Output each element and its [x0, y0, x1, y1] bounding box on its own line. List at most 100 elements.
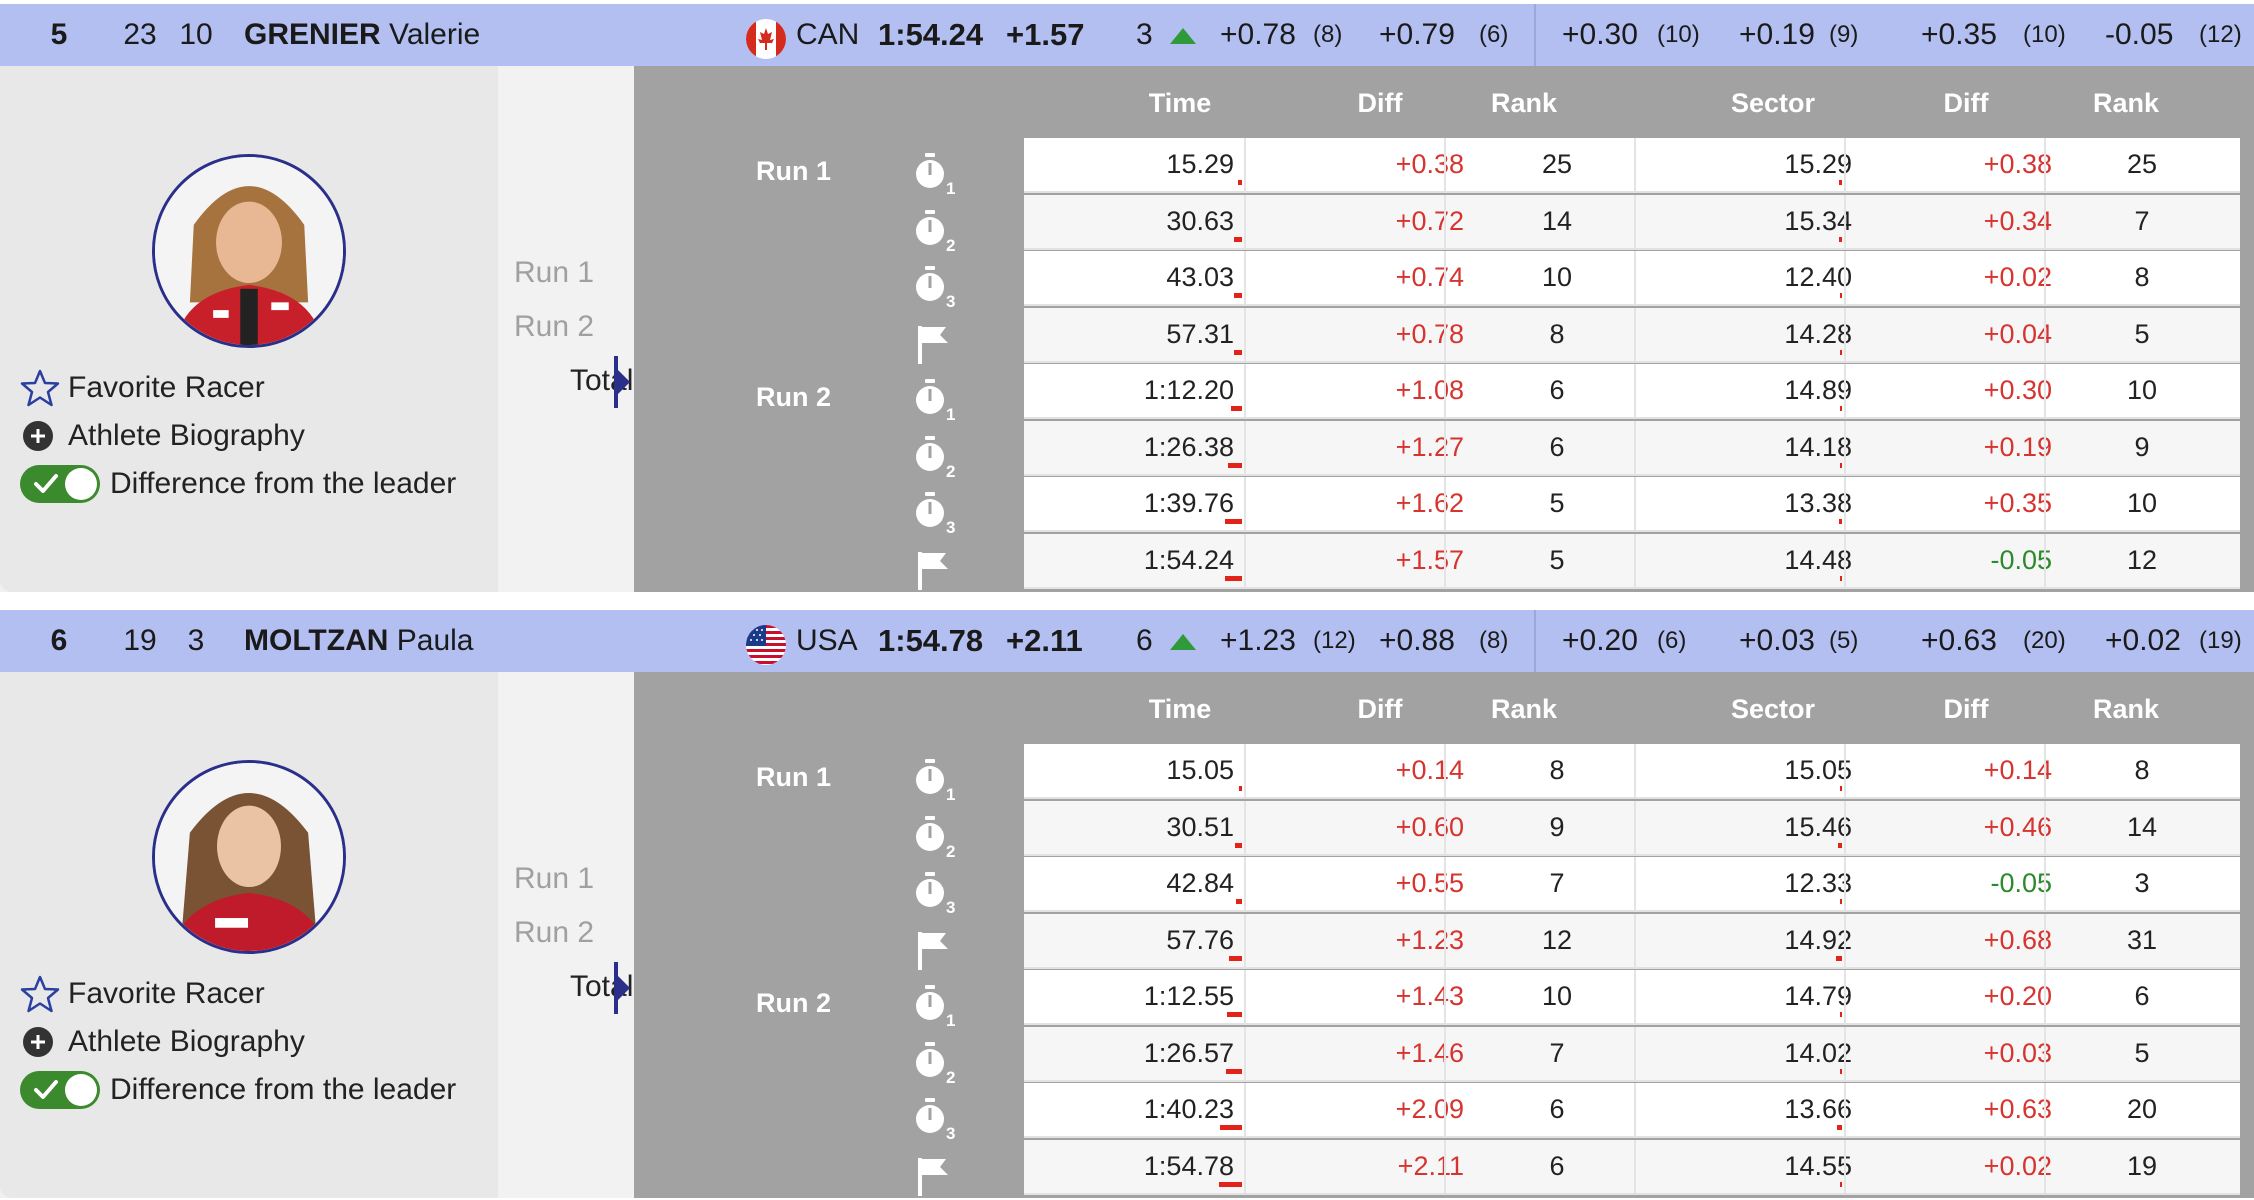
sector-diff-bar: [1838, 842, 1842, 848]
cell-time: 15.29: [1166, 149, 1234, 179]
cell-rank: 25: [1541, 149, 1573, 179]
selector-run-1[interactable]: Run 1: [514, 256, 594, 290]
star-icon: [20, 974, 60, 1014]
cell-rank: 6: [1549, 1094, 1565, 1124]
header-split-rank: (6): [1479, 21, 1509, 48]
athlete-biography-link[interactable]: Athlete Biography: [20, 416, 305, 456]
column-divider: [1634, 1083, 1636, 1136]
cell-sector: 15.05: [1784, 755, 1852, 785]
favorite-racer-link[interactable]: Favorite Racer: [20, 974, 265, 1014]
stopwatch-3-icon: 3: [912, 263, 960, 311]
column-divider: [1634, 1139, 1636, 1193]
cell-diff: +0.60: [1395, 811, 1464, 842]
table-row: 1:54.24 +1.57 5 14.48 -0.05 12: [1024, 533, 2240, 589]
column-header-sector[interactable]: Sector: [1718, 88, 1828, 119]
athlete-avatar[interactable]: [152, 154, 346, 348]
athlete-avatar[interactable]: [152, 760, 346, 954]
column-divider: [1634, 138, 1636, 191]
cell-sector-diff: +0.04: [1983, 318, 2052, 349]
column-divider: [1634, 251, 1636, 304]
column-divider: [1634, 364, 1636, 417]
column-header-rank[interactable]: Rank: [1474, 694, 1574, 725]
time-diff-bar: [1238, 180, 1242, 185]
cell-sector-rank: 5: [2134, 318, 2150, 349]
sector-diff-bar: [1840, 462, 1842, 468]
column-header-rank[interactable]: Rank: [1474, 88, 1574, 119]
cell-sector: 14.02: [1784, 1037, 1852, 1068]
sector-diff-bar: [1840, 899, 1842, 904]
cell-rank: 7: [1549, 1037, 1565, 1068]
header-split-diff: +1.23: [1220, 624, 1296, 657]
cell-diff: +1.46: [1395, 1037, 1464, 1068]
column-divider: [1444, 800, 1446, 854]
header-split-rank: (8): [1479, 627, 1509, 654]
column-divider: [1244, 744, 1246, 797]
check-icon: [34, 474, 58, 493]
column-divider: [1244, 1083, 1246, 1136]
table-row: 1:26.38 +1.27 6 14.18 +0.19 9: [1024, 420, 2240, 476]
stopwatch-1-icon: 1: [912, 756, 960, 804]
cell-time: 1:12.55: [1143, 981, 1234, 1011]
column-header-diff2[interactable]: Diff: [1916, 694, 2016, 725]
athlete-name[interactable]: GRENIER Valerie: [244, 4, 480, 66]
cell-time: 1:39.76: [1143, 488, 1234, 518]
column-divider: [1244, 420, 1246, 474]
column-header-rank2[interactable]: Rank: [2076, 694, 2176, 725]
cell-diff: +1.08: [1395, 375, 1464, 405]
cell-diff: +0.38: [1395, 149, 1464, 179]
difference-toggle[interactable]: [20, 465, 100, 503]
selected-arrow-icon: [618, 370, 630, 394]
table-row: 1:12.55 +1.43 10 14.79 +0.20 6: [1024, 970, 2240, 1025]
cell-time: 1:12.20: [1143, 375, 1234, 405]
difference-leader-toggle-row[interactable]: Difference from the leader: [20, 1070, 456, 1110]
sector-diff-bar: [1837, 1125, 1842, 1130]
column-divider: [1634, 970, 1636, 1023]
header-split-rank: (10): [1657, 21, 1700, 48]
table-row: 1:12.20 +1.08 6 14.89 +0.30 10: [1024, 364, 2240, 419]
cell-time: 1:26.57: [1143, 1037, 1234, 1068]
favorite-racer-label: Favorite Racer: [68, 371, 265, 404]
column-divider: [2044, 1083, 2046, 1136]
athlete-biography-link[interactable]: Athlete Biography: [20, 1022, 305, 1062]
column-divider: [1244, 800, 1246, 854]
column-header-diff2[interactable]: Diff: [1916, 88, 2016, 119]
cell-rank: 5: [1549, 488, 1565, 518]
column-header-sector[interactable]: Sector: [1718, 694, 1828, 725]
column-header-time[interactable]: Time: [1120, 694, 1240, 725]
selector-run-1[interactable]: Run 1: [514, 862, 594, 896]
column-divider: [1444, 420, 1446, 474]
column-header-rank2[interactable]: Rank: [2076, 88, 2176, 119]
header-split-rank: (5): [1829, 627, 1859, 654]
column-header-time[interactable]: Time: [1120, 88, 1240, 119]
selector-run-2[interactable]: Run 2: [514, 916, 594, 950]
favorite-racer-link[interactable]: Favorite Racer: [20, 368, 265, 408]
header-divider: [1534, 4, 1536, 66]
start-number: 10: [179, 18, 213, 51]
column-header-diff[interactable]: Diff: [1330, 88, 1430, 119]
difference-toggle[interactable]: [20, 1071, 100, 1109]
athlete-panel: Favorite Racer Athlete Biography Differe…: [0, 66, 498, 592]
header-split-rank: (10): [2023, 21, 2066, 48]
toggle-knob: [65, 468, 97, 500]
cell-rank: 5: [1549, 544, 1565, 575]
sector-diff-bar: [1839, 236, 1842, 242]
racer-header-row[interactable]: 5 23 10 GRENIER Valerie CAN 1:54.24 +1.5…: [0, 4, 2254, 66]
sector-diff-bar: [1840, 786, 1842, 791]
cell-rank: 8: [1549, 755, 1565, 785]
header-split-diff: +0.63: [1921, 624, 1997, 657]
cell-rank: 9: [1549, 811, 1565, 842]
run-1-label: Run 1: [756, 762, 832, 792]
column-divider: [1244, 251, 1246, 304]
svg-text:1: 1: [946, 785, 955, 804]
athlete-biography-label: Athlete Biography: [68, 419, 305, 452]
racer-header-row[interactable]: 6 19 3 MOLTZAN Paula USA 1:54.78 +2.11 6…: [0, 610, 2254, 672]
cell-diff: +0.78: [1395, 318, 1464, 349]
stopwatch-1-icon: 1: [912, 982, 960, 1030]
difference-leader-toggle-row[interactable]: Difference from the leader: [20, 464, 456, 504]
svg-text:1: 1: [946, 1011, 955, 1030]
cell-sector-diff: +0.19: [1983, 431, 2052, 462]
cell-sector: 13.66: [1784, 1094, 1852, 1124]
athlete-name[interactable]: MOLTZAN Paula: [244, 610, 473, 672]
column-header-diff[interactable]: Diff: [1330, 694, 1430, 725]
selector-run-2[interactable]: Run 2: [514, 310, 594, 344]
